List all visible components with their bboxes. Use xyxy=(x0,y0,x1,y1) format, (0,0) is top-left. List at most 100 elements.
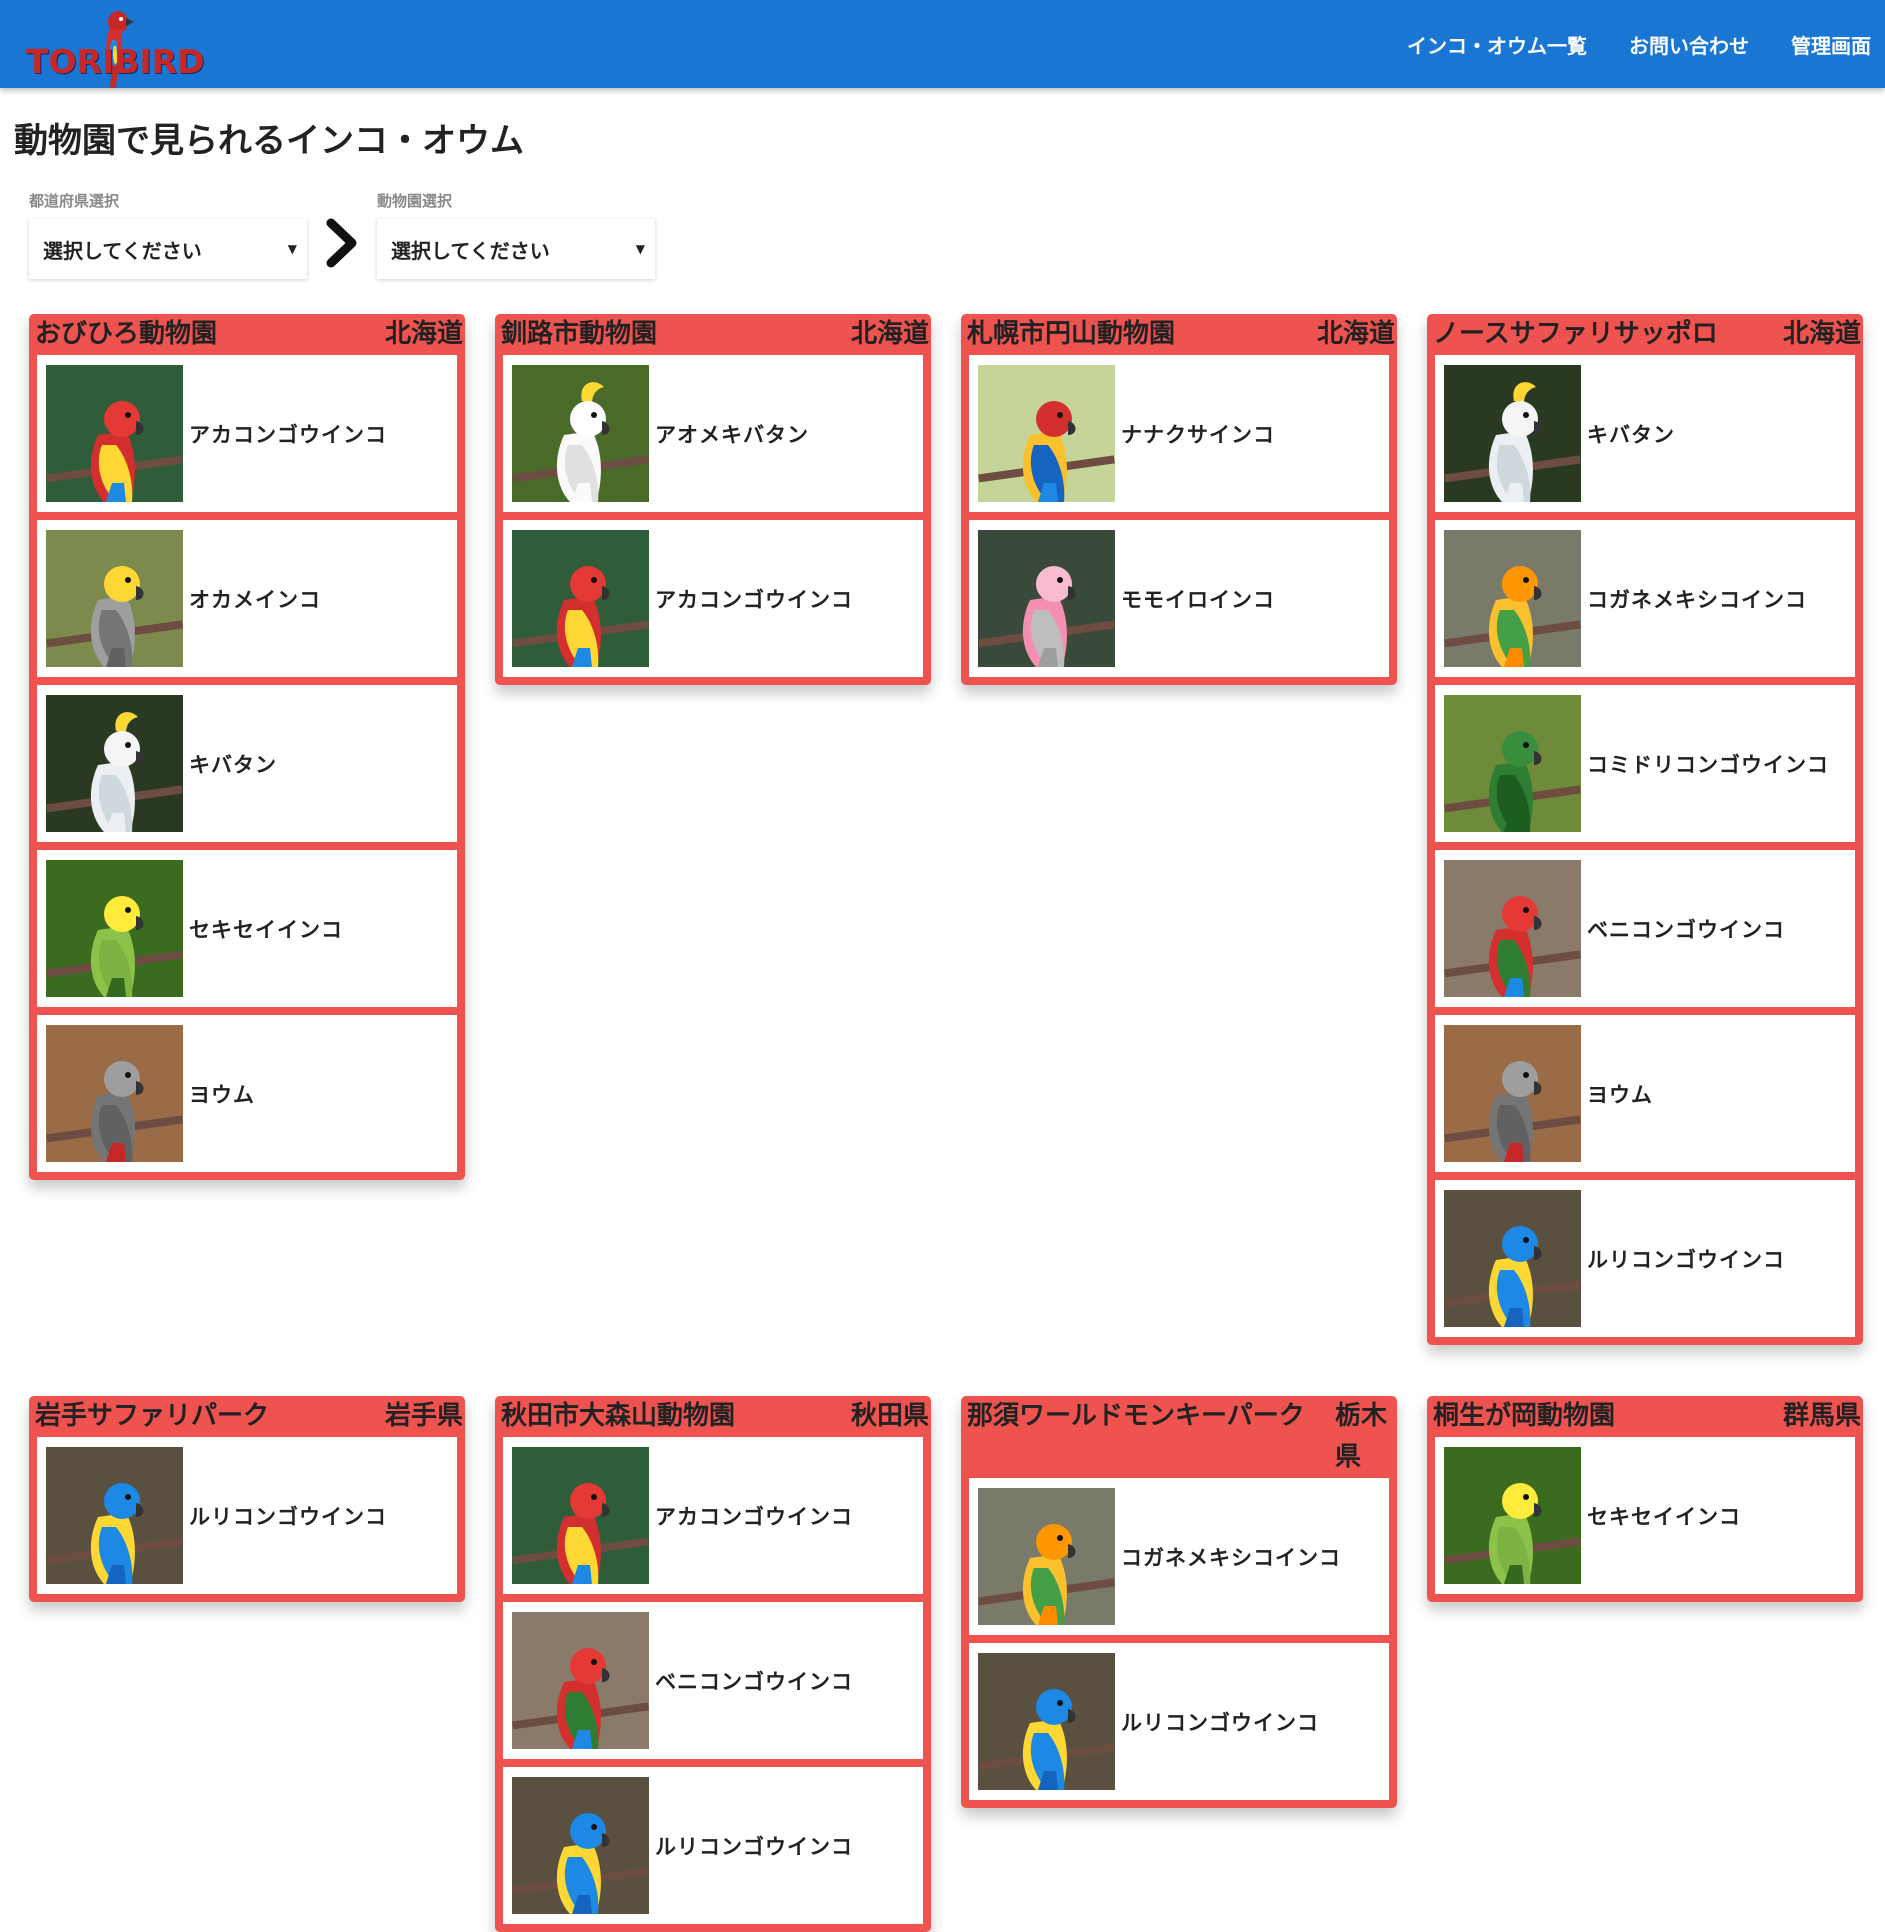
prefecture-select[interactable]: 選択してください ▼ xyxy=(29,219,307,279)
zoo-card: 秋田市大森山動物園 秋田県 アカコンゴウインコ ベニコンゴウインコ ルリコンゴウイ… xyxy=(495,1396,931,1932)
bird-list-item[interactable]: ヨウム xyxy=(1435,1015,1855,1172)
bird-list-item[interactable]: アカコンゴウインコ xyxy=(503,520,923,677)
zoo-name[interactable]: 岩手サファリパーク xyxy=(35,1396,269,1437)
bird-list-item[interactable]: ベニコンゴウインコ xyxy=(503,1602,923,1759)
bird-photo xyxy=(512,1612,649,1749)
zoo-select-value: 選択してください xyxy=(391,238,550,263)
bird-name: キバタン xyxy=(1587,422,1675,447)
bird-list-item[interactable]: コガネメキシコインコ xyxy=(969,1478,1389,1635)
bird-list-item[interactable]: キバタン xyxy=(1435,355,1855,512)
zoo-card-header: おびひろ動物園 北海道 xyxy=(33,314,463,355)
bird-name: コミドリコンゴウインコ xyxy=(1587,752,1829,777)
zoo-name[interactable]: 那須ワールドモンキーパーク xyxy=(967,1396,1307,1437)
bird-photo xyxy=(978,365,1115,502)
bird-list-item[interactable]: ルリコンゴウインコ xyxy=(969,1643,1389,1800)
logo-text: TORIBIRD xyxy=(26,42,205,81)
prefecture-select-value: 選択してください xyxy=(43,238,202,263)
zoo-card: 釧路市動物園 北海道 アオメキバタン アカコンゴウインコ xyxy=(495,314,931,685)
bird-list-item[interactable]: アオメキバタン xyxy=(503,355,923,512)
chevron-right-icon xyxy=(326,218,357,268)
zoo-name[interactable]: 秋田市大森山動物園 xyxy=(501,1396,735,1437)
bird-list-item[interactable]: セキセイインコ xyxy=(1435,1437,1855,1594)
app-header: TORIBIRD インコ・オウム一覧 お問い合わせ 管理画面 xyxy=(0,0,1885,88)
zoo-prefecture: 秋田県 xyxy=(850,1401,929,1431)
bird-list: コガネメキシコインコ ルリコンゴウインコ xyxy=(969,1478,1389,1800)
zoo-card-header: 那須ワールドモンキーパーク 栃木県 xyxy=(965,1396,1395,1478)
zoo-prefecture: 岩手県 xyxy=(384,1401,463,1431)
bird-list-item[interactable]: ナナクサインコ xyxy=(969,355,1389,512)
bird-name: ルリコンゴウインコ xyxy=(1121,1710,1319,1735)
page-title: 動物園で見られるインコ・オウム xyxy=(14,121,524,161)
bird-name: オカメインコ xyxy=(189,587,321,612)
zoo-card-header: 釧路市動物園 北海道 xyxy=(499,314,929,355)
bird-photo xyxy=(512,530,649,667)
bird-list-item[interactable]: ルリコンゴウインコ xyxy=(37,1437,457,1594)
zoo-card: 那須ワールドモンキーパーク 栃木県 コガネメキシコインコ ルリコンゴウインコ xyxy=(961,1396,1397,1808)
bird-list: アカコンゴウインコ ベニコンゴウインコ ルリコンゴウインコ xyxy=(503,1437,923,1924)
zoo-card-header: 桐生が岡動物園 群馬県 xyxy=(1431,1396,1861,1437)
bird-name: セキセイインコ xyxy=(189,917,343,942)
bird-photo xyxy=(512,365,649,502)
bird-name: アオメキバタン xyxy=(655,422,809,447)
dropdown-caret-icon: ▼ xyxy=(635,242,645,256)
dropdown-caret-icon: ▼ xyxy=(287,242,297,256)
prefecture-select-label: 都道府県選択 xyxy=(29,192,120,210)
bird-photo xyxy=(1444,365,1581,502)
bird-list-item[interactable]: ルリコンゴウインコ xyxy=(1435,1180,1855,1337)
bird-photo xyxy=(1444,860,1581,997)
bird-photo xyxy=(46,530,183,667)
zoo-prefecture: 群馬県 xyxy=(1782,1401,1861,1431)
bird-list-item[interactable]: アカコンゴウインコ xyxy=(503,1437,923,1594)
bird-list: アオメキバタン アカコンゴウインコ xyxy=(503,355,923,677)
bird-name: ヨウム xyxy=(189,1082,255,1107)
zoo-prefecture: 北海道 xyxy=(1782,319,1861,349)
bird-list: アカコンゴウインコ オカメインコ キバタン セキセイインコ ヨウム xyxy=(37,355,457,1172)
bird-list-item[interactable]: アカコンゴウインコ xyxy=(37,355,457,512)
bird-name: コガネメキシコインコ xyxy=(1587,587,1807,612)
bird-list: ルリコンゴウインコ xyxy=(37,1437,457,1594)
bird-name: コガネメキシコインコ xyxy=(1121,1545,1341,1570)
nav-admin[interactable]: 管理画面 xyxy=(1791,30,1871,59)
bird-list: ナナクサインコ モモイロインコ xyxy=(969,355,1389,677)
bird-list-item[interactable]: コガネメキシコインコ xyxy=(1435,520,1855,677)
bird-name: キバタン xyxy=(189,752,277,777)
bird-list-item[interactable]: コミドリコンゴウインコ xyxy=(1435,685,1855,842)
zoo-card: おびひろ動物園 北海道 アカコンゴウインコ オカメインコ キバタン セキセイイン… xyxy=(29,314,465,1180)
bird-list-item[interactable]: モモイロインコ xyxy=(969,520,1389,677)
zoo-name[interactable]: 札幌市円山動物園 xyxy=(967,314,1175,355)
bird-list-item[interactable]: ルリコンゴウインコ xyxy=(503,1767,923,1924)
zoo-card: 札幌市円山動物園 北海道 ナナクサインコ モモイロインコ xyxy=(961,314,1397,685)
zoo-name[interactable]: おびひろ動物園 xyxy=(35,314,217,355)
zoo-name[interactable]: ノースサファリサッポロ xyxy=(1433,314,1718,355)
zoo-name[interactable]: 桐生が岡動物園 xyxy=(1433,1396,1615,1437)
bird-photo xyxy=(1444,1447,1581,1584)
bird-list-item[interactable]: オカメインコ xyxy=(37,520,457,677)
nav-parrot-list[interactable]: インコ・オウム一覧 xyxy=(1407,30,1587,59)
zoo-prefecture: 北海道 xyxy=(384,319,463,349)
prefecture-filter: 都道府県選択 選択してください ▼ xyxy=(29,190,307,279)
zoo-card: ノースサファリサッポロ 北海道 キバタン コガネメキシコインコ コミドリコンゴウイ… xyxy=(1427,314,1863,1345)
bird-name: アカコンゴウインコ xyxy=(189,422,387,447)
nav-contact[interactable]: お問い合わせ xyxy=(1629,30,1749,59)
toribird-logo[interactable]: TORIBIRD xyxy=(26,6,206,88)
bird-list-item[interactable]: ヨウム xyxy=(37,1015,457,1172)
bird-name: モモイロインコ xyxy=(1121,587,1275,612)
bird-photo xyxy=(1444,530,1581,667)
bird-photo xyxy=(1444,695,1581,832)
zoo-card-header: 秋田市大森山動物園 秋田県 xyxy=(499,1396,929,1437)
bird-name: アカコンゴウインコ xyxy=(655,1504,853,1529)
zoo-card: 岩手サファリパーク 岩手県 ルリコンゴウインコ xyxy=(29,1396,465,1602)
bird-list-item[interactable]: セキセイインコ xyxy=(37,850,457,1007)
bird-list-item[interactable]: キバタン xyxy=(37,685,457,842)
zoo-select[interactable]: 選択してください ▼ xyxy=(377,219,655,279)
bird-list-item[interactable]: ベニコンゴウインコ xyxy=(1435,850,1855,1007)
zoo-card-header: 札幌市円山動物園 北海道 xyxy=(965,314,1395,355)
bird-photo xyxy=(1444,1190,1581,1327)
bird-name: セキセイインコ xyxy=(1587,1504,1741,1529)
zoo-name[interactable]: 釧路市動物園 xyxy=(501,314,657,355)
bird-photo xyxy=(978,1653,1115,1790)
bird-photo xyxy=(1444,1025,1581,1162)
bird-photo xyxy=(46,365,183,502)
zoo-card-header: 岩手サファリパーク 岩手県 xyxy=(33,1396,463,1437)
zoo-prefecture: 北海道 xyxy=(1316,319,1395,349)
